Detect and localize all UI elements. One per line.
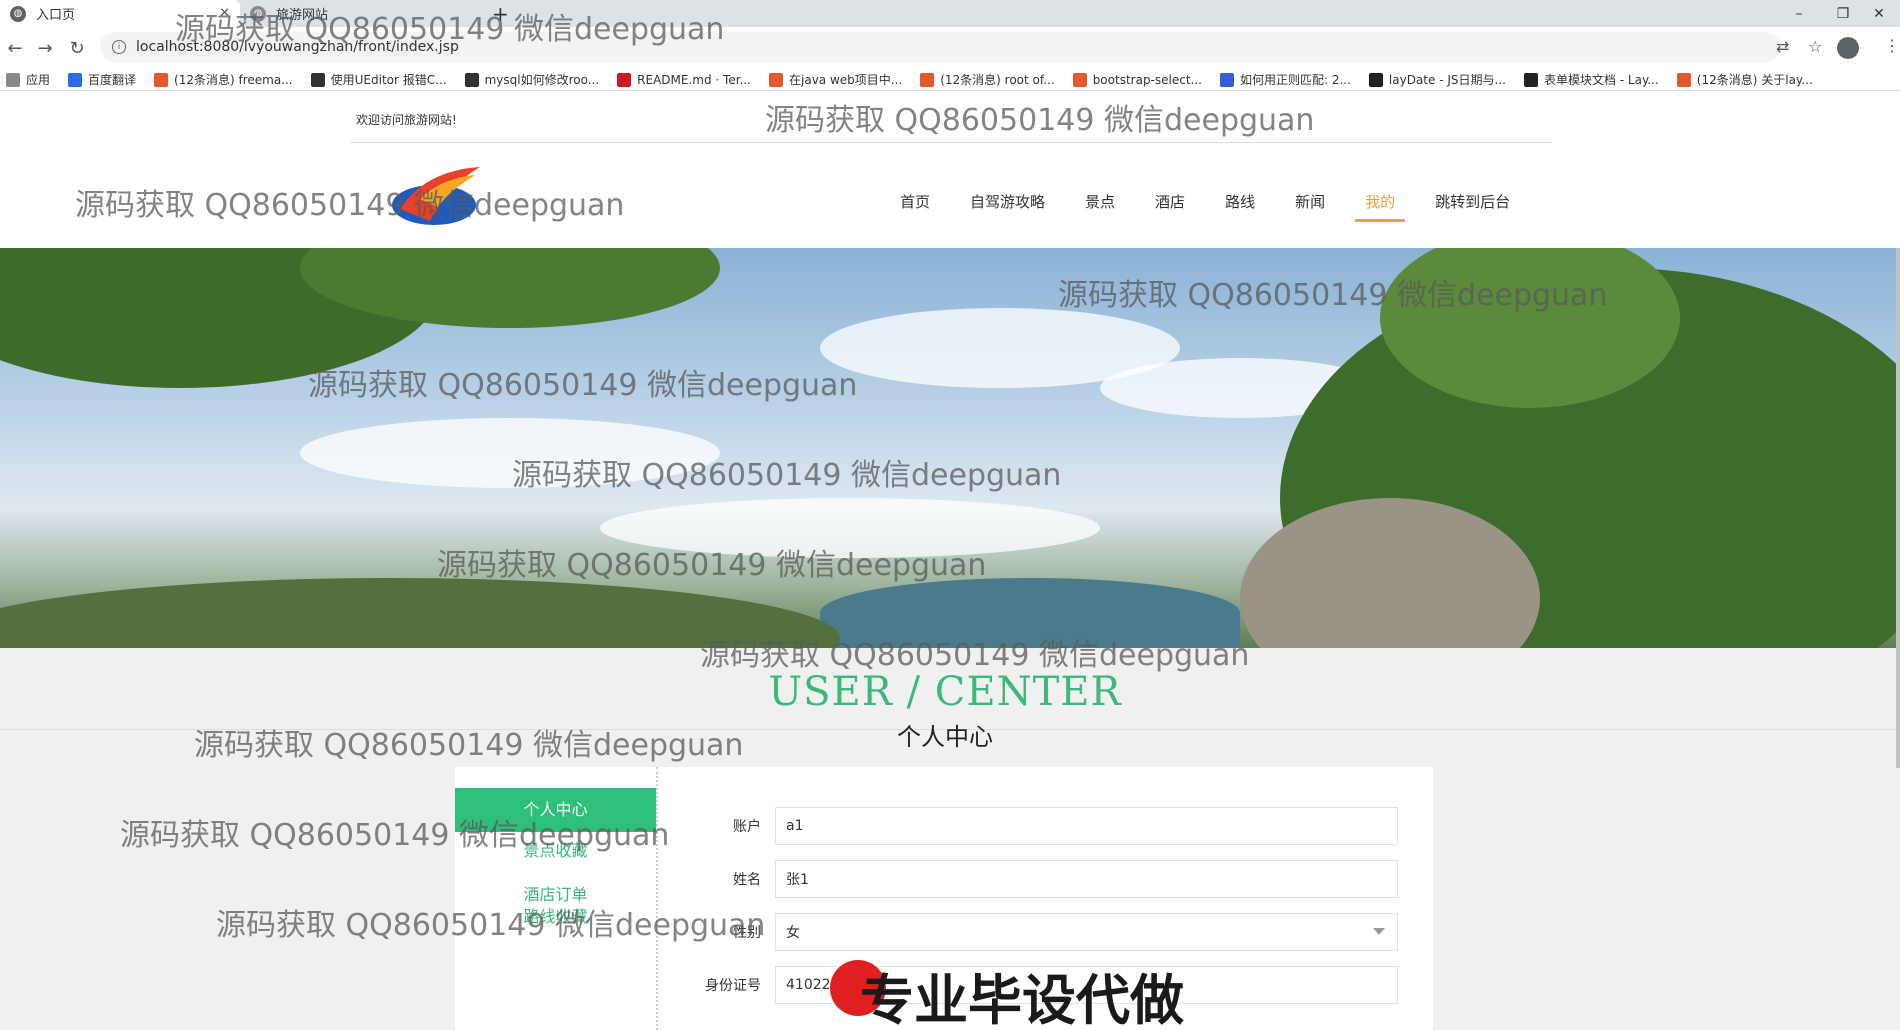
name-label: 姓名: [733, 872, 761, 888]
bookmark-favicon-icon: [617, 72, 632, 87]
bookmark-label: 如何用正则匹配: 2...: [1239, 73, 1351, 87]
profile-avatar[interactable]: [1837, 37, 1859, 59]
minimize-button[interactable]: –: [1776, 0, 1822, 27]
bookmark-item[interactable]: (12条消息) freema...: [154, 71, 293, 88]
new-tab-button[interactable]: +: [492, 2, 509, 26]
account-label: 账户: [733, 819, 761, 835]
bookmark-label: (12条消息) freema...: [174, 73, 293, 87]
user-sidebar: 个人中心 景点收藏 酒店订单 路线收藏: [455, 767, 658, 1030]
bookmark-item[interactable]: (12条消息) 关于lay...: [1676, 71, 1813, 88]
id-card-label: 身份证号: [705, 978, 761, 994]
bookmark-label: mysql如何修改roo...: [484, 73, 600, 87]
nav-item[interactable]: 首页: [900, 191, 930, 212]
nav-item[interactable]: 新闻: [1295, 191, 1325, 212]
menu-icon[interactable]: ⋮: [1884, 36, 1900, 55]
bookmark-label: 应用: [26, 73, 51, 87]
url-text[interactable]: localhost:8080/lvyouwangzhan/front/index…: [136, 39, 459, 55]
browser-tab-active[interactable]: ◍ 入口页 ✕: [0, 0, 240, 27]
bookmark-item[interactable]: 使用UEditor 报错C...: [310, 71, 447, 88]
section-title-cn: 个人中心: [897, 723, 993, 751]
nav-item[interactable]: 景点: [1085, 191, 1115, 212]
nav-item[interactable]: 跳转到后台: [1435, 191, 1510, 212]
nav-item[interactable]: 路线: [1225, 191, 1255, 212]
hero-banner: [0, 248, 1896, 648]
bookmark-favicon-icon: [1368, 72, 1383, 87]
bookmark-item[interactable]: (12条消息) root of...: [920, 71, 1055, 88]
sidebar-item-route-favorites[interactable]: 路线收藏: [455, 906, 656, 928]
bookmark-favicon-icon: [920, 72, 935, 87]
page: 欢迎访问旅游网站! 首页 自驾游攻略 景点 酒店 路线 新闻 我的 跳转到后台 USER / …: [0, 91, 1900, 1030]
tab-close-icon[interactable]: ✕: [219, 6, 230, 21]
bookmark-item[interactable]: README.md · Ter...: [617, 72, 751, 87]
gender-label: 性别: [733, 925, 761, 941]
name-field[interactable]: 张1: [775, 860, 1398, 898]
form-row-account: 账户 a1: [675, 807, 1398, 845]
bookmark-favicon-icon: [6, 72, 20, 87]
nav-item[interactable]: 自驾游攻略: [970, 191, 1045, 212]
globe-icon: ◍: [250, 5, 266, 22]
tab-title: 入口页: [36, 8, 76, 23]
welcome-text: 欢迎访问旅游网站!: [356, 113, 457, 127]
reload-icon[interactable]: ↻: [64, 35, 90, 61]
close-window-button[interactable]: ✕: [1856, 0, 1900, 27]
bookmark-label: (12条消息) 关于lay...: [1696, 73, 1813, 87]
chevron-down-icon: [1373, 928, 1385, 935]
bookmark-item[interactable]: 表单模块文档 - Lay...: [1523, 71, 1659, 88]
bookmark-favicon-icon: [68, 72, 83, 87]
bookmark-label: 在java web项目中...: [789, 73, 903, 87]
bookmark-item[interactable]: 百度翻译: [68, 71, 136, 88]
browser-tab[interactable]: ◍ 旅游网站: [240, 0, 470, 27]
translate-icon[interactable]: ⇄: [1776, 37, 1789, 56]
bookmark-favicon-icon: [1676, 72, 1691, 87]
welcome-bar: 欢迎访问旅游网站!: [350, 91, 1552, 143]
bookmark-favicon-icon: [1072, 72, 1087, 87]
bookmarks-bar: 应用 百度翻译 (12条消息) freema... 使用UEditor 报错C... m…: [0, 69, 1900, 91]
bookmark-favicon-icon: [310, 72, 325, 87]
nav-item[interactable]: 我的: [1355, 191, 1406, 222]
bookmark-item[interactable]: 如何用正则匹配: 2...: [1219, 71, 1351, 88]
browser-toolbar: ← → ↻ i localhost:8080/lvyouwangzhan/fro…: [0, 27, 1900, 69]
sidebar-item-scenic-favorites[interactable]: 景点收藏: [455, 840, 656, 862]
sidebar-item-user-center[interactable]: 个人中心: [455, 788, 656, 832]
promo-text: 专业毕设代做: [860, 969, 1184, 1030]
bookmark-favicon-icon: [464, 72, 479, 87]
account-field[interactable]: a1: [775, 807, 1398, 845]
bookmark-label: (12条消息) root of...: [940, 73, 1055, 87]
tab-title: 旅游网站: [276, 8, 329, 23]
back-icon[interactable]: ←: [2, 35, 28, 61]
bookmark-favicon-icon: [769, 72, 783, 87]
bookmark-label: 使用UEditor 报错C...: [330, 73, 447, 87]
bookmark-item[interactable]: mysql如何修改roo...: [464, 71, 600, 88]
site-logo[interactable]: [390, 159, 486, 229]
star-icon[interactable]: ☆: [1808, 37, 1822, 56]
forward-icon[interactable]: →: [32, 35, 58, 61]
section-title-en: USER / CENTER: [768, 669, 1122, 715]
bookmark-item[interactable]: 在java web项目中...: [769, 71, 902, 88]
bookmark-label: README.md · Ter...: [637, 72, 751, 87]
bookmark-favicon-icon: [1523, 72, 1538, 87]
gender-select[interactable]: 女: [775, 913, 1398, 951]
bookmark-favicon-icon: [1219, 72, 1234, 87]
bookmark-item[interactable]: layDate - JS日期与...: [1368, 71, 1506, 88]
bookmark-label: bootstrap-select...: [1092, 72, 1202, 87]
site-header: 欢迎访问旅游网站! 首页 自驾游攻略 景点 酒店 路线 新闻 我的 跳转到后台: [0, 91, 1900, 248]
globe-icon: ◍: [10, 5, 26, 22]
form-row-name: 姓名 张1: [675, 860, 1398, 898]
bookmark-label: layDate - JS日期与...: [1388, 73, 1506, 87]
gender-value: 女: [786, 925, 800, 941]
address-bar[interactable]: i localhost:8080/lvyouwangzhan/front/ind…: [100, 32, 1780, 62]
nav-item[interactable]: 酒店: [1155, 191, 1185, 212]
info-icon[interactable]: i: [112, 40, 126, 54]
sidebar-item-hotel-orders[interactable]: 酒店订单: [455, 884, 656, 906]
bookmark-label: 表单模块文档 - Lay...: [1543, 73, 1659, 87]
bookmark-label: 百度翻译: [88, 73, 137, 87]
form-row-gender: 性别 女: [675, 913, 1398, 951]
page-scrollbar[interactable]: [1896, 248, 1900, 768]
bookmark-item[interactable]: bootstrap-select...: [1072, 72, 1202, 87]
main-nav: 首页 自驾游攻略 景点 酒店 路线 新闻 我的 跳转到后台: [900, 191, 1550, 222]
bookmark-favicon-icon: [154, 72, 169, 87]
browser-tabstrip: ◍ 入口页 ✕ ◍ 旅游网站 + – ❐ ✕: [0, 0, 1900, 27]
bookmark-item[interactable]: 应用: [6, 71, 50, 88]
